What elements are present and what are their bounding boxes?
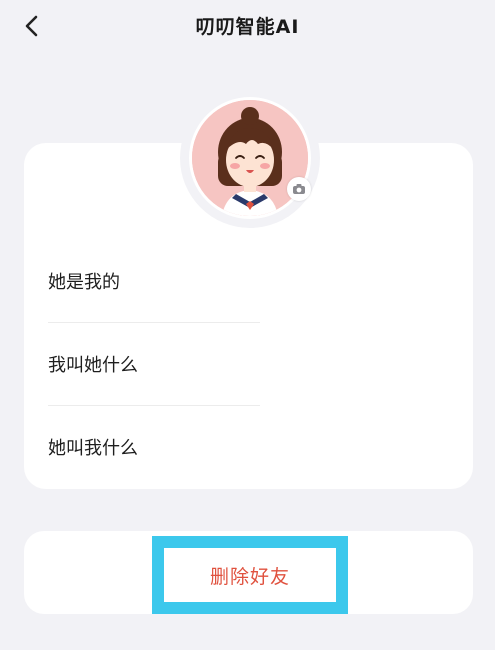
delete-friend-label: 删除好友 [209,565,290,588]
girl-avatar-icon [192,100,308,216]
what-she-calls-me-row[interactable]: 她叫我什么 [24,406,260,488]
camera-icon [293,184,305,194]
what-she-calls-me-label: 她叫我什么 [48,438,138,459]
relationship-row[interactable]: 她是我的 [24,240,260,322]
change-avatar-button[interactable] [287,177,311,201]
friend-settings-page: 叨叨智能AI 她是我的 我叫她什么 她叫我什么 删除好友 [0,0,495,650]
header-bar: 叨叨智能AI [0,0,495,56]
what-i-call-her-row[interactable]: 我叫她什么 [24,323,260,405]
avatar[interactable] [189,97,311,219]
page-title: 叨叨智能AI [195,16,300,38]
avatar-container [180,88,320,228]
what-i-call-her-label: 我叫她什么 [48,355,138,376]
delete-friend-button[interactable]: 删除好友 [152,536,348,614]
relationship-label: 她是我的 [48,272,120,293]
